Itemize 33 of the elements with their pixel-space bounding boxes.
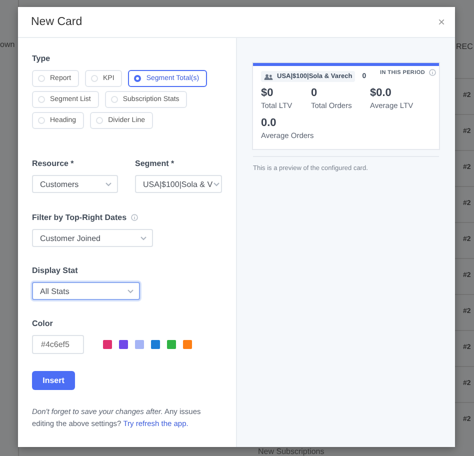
section-heading: REC: [456, 42, 473, 51]
field-label: Display Stat: [32, 264, 79, 276]
users-icon: [264, 74, 273, 80]
info-icon: [130, 214, 138, 220]
field-label: Color: [32, 318, 54, 329]
background-text: New Subscriptions: [258, 447, 324, 456]
color-swatch[interactable]: [183, 340, 192, 349]
field-label: Segment *: [135, 158, 176, 169]
color-swatch[interactable]: [119, 340, 128, 349]
field-label: Filter by Top-Right Dates: [32, 212, 127, 222]
color-swatch[interactable]: [151, 340, 160, 349]
color-swatch[interactable]: [135, 340, 144, 349]
dropdown[interactable]: USA|$100|Sola & V: [135, 175, 222, 193]
background-text: own: [0, 40, 15, 49]
color-swatch[interactable]: [167, 340, 176, 349]
stat-value: 0.0: [261, 117, 278, 130]
stat-value: 0: [311, 87, 318, 100]
stat-value: $0.0: [370, 87, 392, 100]
field-label: Resource *: [32, 158, 75, 169]
dropdown[interactable]: All Stats: [32, 282, 140, 300]
dropdown[interactable]: Customers: [32, 175, 118, 193]
chevron-down-icon: [127, 288, 134, 294]
color-swatch[interactable]: [103, 340, 112, 349]
field-label: Type: [32, 52, 52, 64]
dialog-title: New Card: [31, 16, 82, 28]
color-input[interactable]: #4c6ef5: [32, 335, 84, 354]
insert-button[interactable]: Insert: [32, 371, 75, 390]
chevron-down-icon: [105, 182, 112, 186]
dropdown[interactable]: Customer Joined: [32, 229, 153, 247]
info-icon: [429, 69, 436, 76]
stat-value: $0: [261, 87, 274, 100]
chevron-down-icon: [140, 236, 147, 240]
chevron-down-icon: [212, 182, 220, 186]
